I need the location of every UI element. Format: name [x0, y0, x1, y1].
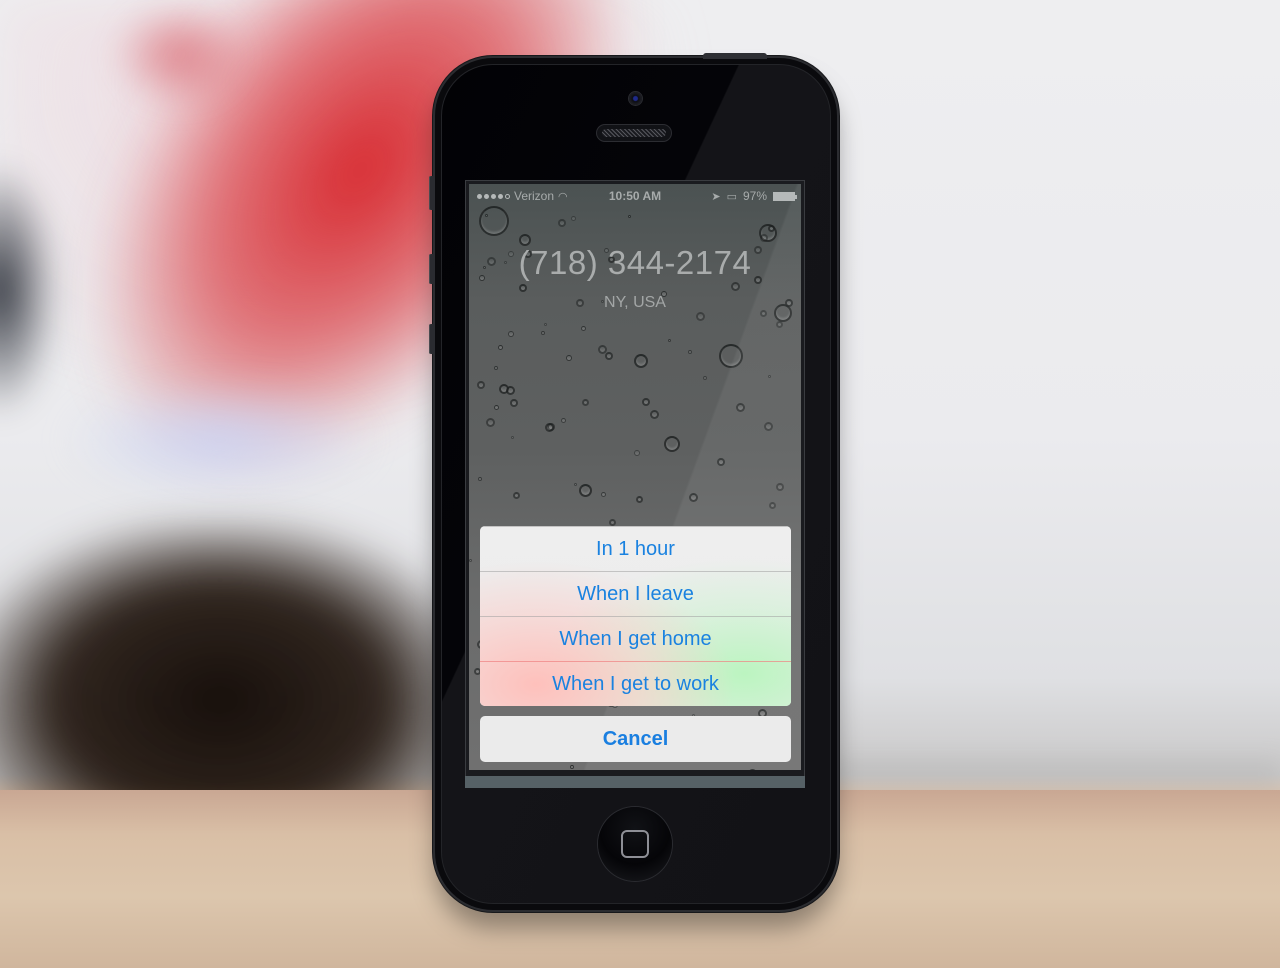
water-drop [561, 418, 566, 423]
water-drop [769, 502, 776, 509]
water-drop [642, 398, 650, 406]
water-drop [634, 354, 648, 368]
water-drop [609, 519, 616, 526]
water-drop [571, 216, 576, 221]
sleep-wake-button[interactable] [703, 53, 767, 59]
cancel-button[interactable]: Cancel [480, 716, 791, 762]
water-drop [688, 350, 692, 354]
battery-icon [773, 191, 797, 201]
water-drop [510, 399, 518, 407]
water-drop [566, 355, 572, 361]
water-drop [776, 483, 784, 491]
water-drop [581, 326, 586, 331]
option-when-i-get-to-work[interactable]: When I get to work [480, 661, 791, 706]
water-drop [689, 493, 698, 502]
water-drop [479, 206, 509, 236]
water-drop [703, 376, 707, 380]
water-drop [668, 339, 671, 342]
water-drop [478, 477, 482, 481]
option-when-i-get-home[interactable]: When I get home [480, 616, 791, 661]
iphone-device: Verizon ◠ 10:50 AM ➤ ▭ 97% (718) 344-217… [429, 53, 837, 910]
earpiece-speaker-icon [597, 125, 671, 141]
water-drop [477, 381, 485, 389]
lock-screen: Verizon ◠ 10:50 AM ➤ ▭ 97% (718) 344-217… [469, 184, 801, 770]
battery-percent: 97% [742, 189, 767, 203]
water-drop [664, 436, 680, 452]
water-drop [650, 410, 659, 419]
water-drop [506, 386, 515, 395]
background-blue-light [60, 380, 380, 500]
location-arrow-icon: ➤ [711, 190, 721, 203]
water-drop [776, 321, 783, 328]
water-drop [598, 345, 607, 354]
front-camera-icon [629, 92, 642, 105]
background-dark-object [0, 160, 60, 420]
water-drop [485, 214, 488, 217]
water-drop [760, 234, 768, 242]
water-drop [696, 312, 705, 321]
background-dark-shelf [0, 520, 480, 820]
water-drop [469, 559, 472, 562]
status-bar-right: ➤ ▭ 97% [711, 189, 797, 203]
water-drop [574, 483, 577, 486]
water-drop [748, 769, 757, 770]
background-red-spot [110, 0, 250, 110]
option-in-1-hour[interactable]: In 1 hour [480, 526, 791, 571]
water-drop [519, 284, 527, 292]
water-drop [570, 765, 574, 769]
water-drop [541, 331, 545, 335]
status-bar: Verizon ◠ 10:50 AM ➤ ▭ 97% [469, 184, 801, 206]
water-drop [494, 366, 498, 370]
water-drop [508, 331, 514, 337]
water-drop [513, 492, 520, 499]
caller-phone-number: (718) 344-2174 [518, 244, 752, 281]
water-drop [731, 282, 740, 291]
volume-up-button[interactable] [429, 254, 435, 284]
water-drop [486, 418, 495, 427]
remind-me-action-sheet: In 1 hour When I leave When I get home W… [480, 526, 791, 706]
water-drop [636, 496, 643, 503]
airplay-icon: ▭ [726, 190, 737, 203]
water-drop [579, 484, 592, 497]
water-drop [605, 352, 613, 360]
screen-bottom-bar [465, 776, 805, 788]
water-drop [582, 399, 589, 406]
water-drop [601, 492, 606, 497]
water-drop [545, 423, 554, 432]
water-drop [768, 375, 771, 378]
volume-down-button[interactable] [429, 324, 435, 354]
water-drop [768, 225, 775, 232]
water-drop [634, 450, 640, 456]
water-drop [494, 405, 499, 410]
water-drop [719, 344, 743, 368]
caller-location: NY, USA [604, 294, 666, 311]
home-square-icon [621, 830, 649, 858]
home-button[interactable] [598, 807, 672, 881]
water-drop [764, 422, 773, 431]
water-drop [498, 345, 503, 350]
water-drop [558, 219, 566, 227]
water-drop [511, 436, 514, 439]
water-drop [717, 458, 725, 466]
mute-switch[interactable] [429, 176, 435, 210]
water-drop [736, 403, 745, 412]
option-when-i-leave[interactable]: When I leave [480, 571, 791, 616]
water-drop [628, 215, 631, 218]
water-drop [544, 323, 547, 326]
